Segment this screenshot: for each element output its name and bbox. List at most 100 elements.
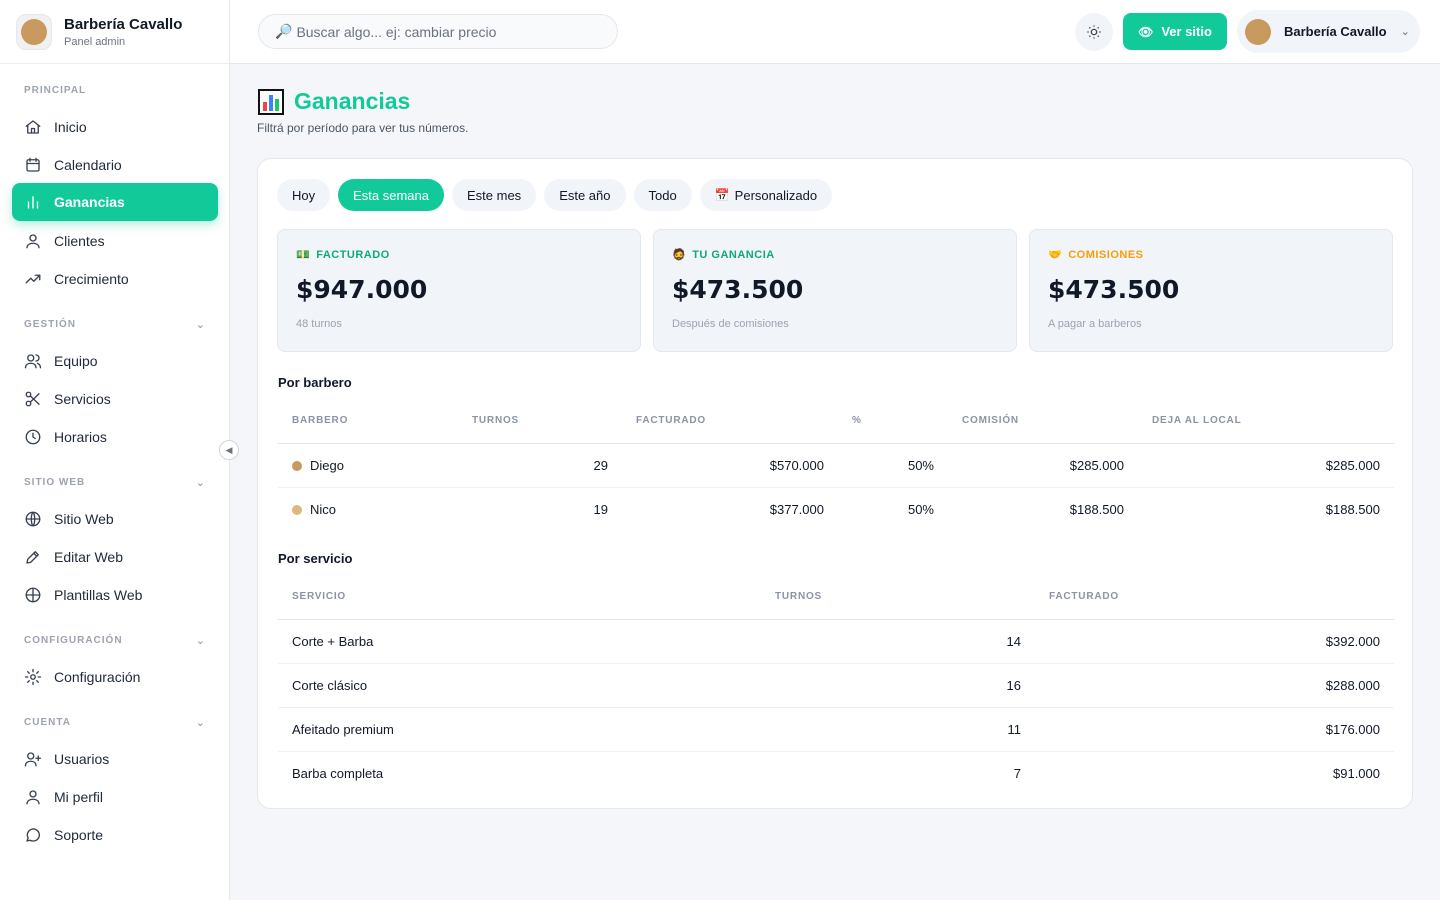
theme-toggle-button[interactable]: [1075, 13, 1113, 51]
user-icon: [26, 234, 40, 249]
filter-personalizado[interactable]: 📅 Personalizado: [699, 179, 833, 211]
by-service-title: Por servicio: [278, 551, 353, 566]
sun-icon: [1087, 25, 1101, 39]
sidebar-item-sitio-web[interactable]: Sitio Web: [12, 500, 218, 538]
filter-este-ano[interactable]: Este año: [544, 179, 626, 211]
cell-local: $285.000: [1138, 443, 1394, 488]
sidebar-item-horarios[interactable]: Horarios: [12, 418, 218, 456]
sidebar-item-equipo[interactable]: Equipo: [12, 342, 218, 380]
brush-icon: [26, 551, 39, 564]
stat-note: A pagar a barberos: [1048, 318, 1142, 330]
chevron-down-icon: ⌄: [195, 634, 206, 647]
by-barber-title: Por barbero: [278, 375, 352, 390]
scissors-icon: [25, 391, 40, 407]
cell-servicio: Corte + Barba: [278, 619, 761, 664]
user-icon: [26, 790, 40, 805]
cell-pct: 50%: [907, 501, 934, 517]
filter-todo[interactable]: Todo: [633, 179, 692, 211]
barber-name: Nico: [310, 501, 337, 517]
brand-header[interactable]: Barbería Cavallo Panel admin: [0, 0, 229, 64]
search-icon: 🔎: [275, 23, 293, 39]
column-header: %: [838, 399, 948, 444]
sidebar-item-mi-perfil[interactable]: Mi perfil: [12, 778, 218, 816]
table-row: Nico 19 $377.000 50% $188.500 $188.500: [278, 487, 1394, 531]
filter-hoy[interactable]: Hoy: [277, 179, 331, 211]
section-title-gestion[interactable]: GESTIÓN ⌄: [12, 314, 218, 334]
eye-icon: 👁: [1138, 24, 1154, 39]
stat-note: Después de comisiones: [672, 318, 789, 330]
calendar-icon: 📅: [714, 188, 730, 202]
sidebar-item-soporte[interactable]: Soporte: [12, 816, 218, 854]
table-row: Corte clásico 16 $288.000: [278, 663, 1394, 708]
cell-servicio: Corte clásico: [278, 663, 761, 708]
section-title-principal: PRINCIPAL: [24, 84, 87, 96]
table-row: Afeitado premium 11 $176.000: [278, 707, 1394, 752]
cell-turnos: 19: [593, 501, 608, 517]
view-site-button[interactable]: 👁 Ver sitio: [1123, 13, 1227, 50]
table-row: Diego 29 $570.000 50% $285.000 $285.000: [278, 443, 1394, 488]
search-input[interactable]: [296, 23, 597, 40]
brand-avatar: [16, 13, 52, 50]
user-menu-button[interactable]: Barbería Cavallo ⌄: [1237, 10, 1420, 53]
cell-servicio: Afeitado premium: [278, 707, 761, 752]
stat-label: TU GANANCIA: [692, 248, 775, 261]
section-title-cuenta[interactable]: CUENTA ⌄: [12, 712, 218, 732]
column-header: FACTURADO: [622, 399, 838, 444]
cell-facturado: $570.000: [622, 443, 838, 488]
table-row: Corte + Barba 14 $392.000: [278, 619, 1394, 664]
sidebar-item-crecimiento[interactable]: Crecimiento: [12, 260, 218, 298]
cell-facturado: $176.000: [1035, 707, 1394, 752]
sidebar-item-clientes[interactable]: Clientes: [12, 222, 218, 260]
column-header: BARBERO: [278, 399, 458, 444]
user-plus-icon: [24, 752, 42, 767]
handshake-icon: 🤝: [1048, 249, 1063, 261]
sidebar-item-ganancias[interactable]: Ganancias: [12, 183, 218, 221]
filter-esta-semana[interactable]: Esta semana: [338, 179, 444, 211]
sidebar-item-servicios[interactable]: Servicios: [12, 380, 218, 418]
cell-facturado: $91.000: [1333, 765, 1380, 781]
by-service-table: SERVICIO TURNOS FACTURADO Corte + Barba …: [278, 575, 1394, 795]
sidebar-item-editar-web[interactable]: Editar Web: [12, 538, 218, 576]
stat-facturado: 💵 FACTURADO $947.000 48 turnos: [277, 229, 641, 352]
bar-chart-icon: [258, 88, 284, 115]
page-title: Ganancias: [258, 88, 410, 115]
sidebar-item-calendario[interactable]: Calendario: [12, 146, 218, 184]
page-subtitle: Filtrá por período para ver tus números.: [257, 121, 469, 135]
home-icon: [25, 120, 41, 134]
brand-subtitle: Panel admin: [64, 35, 126, 48]
brand-name: Barbería Cavallo: [64, 15, 183, 33]
cell-facturado: $377.000: [769, 501, 824, 517]
chat-icon: [26, 828, 40, 842]
sidebar-item-configuracion[interactable]: Configuración: [12, 658, 218, 696]
globe-icon: [25, 587, 41, 603]
earnings-card: Hoy Esta semana Este mes Este año Todo 📅…: [257, 158, 1413, 809]
chevron-down-icon: ⌄: [195, 476, 206, 489]
users-icon: [24, 354, 42, 369]
barber-name: Diego: [310, 457, 344, 473]
stat-tu-ganancia: 🧔 TU GANANCIA $473.500 Después de comisi…: [653, 229, 1017, 352]
sidebar-item-usuarios[interactable]: Usuarios: [12, 740, 218, 778]
column-header: TURNOS: [458, 399, 622, 444]
sidebar: Barbería Cavallo Panel admin PRINCIPAL I…: [0, 0, 230, 900]
section-title-sitio-web[interactable]: SITIO WEB ⌄: [12, 472, 218, 492]
stat-value: $473.500: [672, 275, 804, 304]
filter-este-mes[interactable]: Este mes: [452, 179, 537, 211]
section-title-configuracion[interactable]: CONFIGURACIÓN ⌄: [12, 630, 218, 650]
stat-value: $473.500: [1048, 275, 1180, 304]
period-filters: Hoy Esta semana Este mes Este año Todo 📅…: [277, 179, 833, 211]
chevron-down-icon: ⌄: [195, 318, 206, 331]
chevron-down-icon: ⌄: [195, 716, 206, 729]
sidebar-item-plantillas-web[interactable]: Plantillas Web: [12, 576, 218, 614]
table-row: Barba completa 7 $91.000: [278, 751, 1394, 795]
sidebar-item-inicio[interactable]: Inicio: [12, 108, 218, 146]
stat-comisiones: 🤝 COMISIONES $473.500 A pagar a barberos: [1029, 229, 1393, 352]
stat-label: FACTURADO: [316, 248, 390, 261]
column-header: FACTURADO: [1035, 575, 1394, 620]
cell-turnos: 16: [761, 663, 1035, 708]
globe-icon: [25, 511, 41, 527]
user-avatar: [1245, 18, 1271, 45]
cell-facturado: $288.000: [1035, 663, 1394, 708]
trending-up-icon: [25, 274, 41, 284]
cell-local: $188.500: [1325, 501, 1380, 517]
search-bar[interactable]: 🔎: [258, 14, 618, 49]
